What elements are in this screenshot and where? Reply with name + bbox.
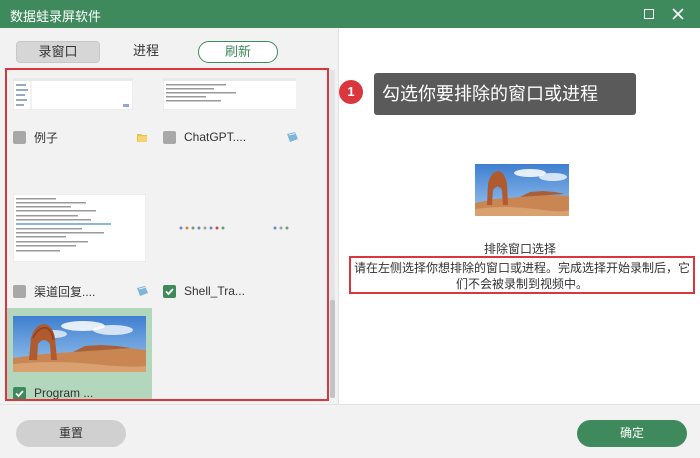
window-list-pane: 录窗口 进程 刷新 例子 ChatGPT.... 渠道回复.... Shell_… — [0, 28, 338, 404]
tab-record-window[interactable]: 录窗口 — [16, 41, 100, 63]
preview-description: 请在左侧选择你想排除的窗口或进程。完成选择开始录制后，它们不会被录制到视频中。 — [349, 256, 695, 294]
window-item-label: Program ... — [34, 386, 94, 400]
window-checkbox[interactable] — [13, 130, 26, 144]
window-item-label: ChatGPT.... — [184, 130, 247, 144]
maximize-button[interactable] — [639, 4, 659, 24]
window-item-chatgpt[interactable]: ChatGPT.... — [157, 70, 302, 190]
folder-icon — [135, 131, 149, 143]
tab-process[interactable]: 进程 — [118, 41, 174, 63]
confirm-button[interactable]: 确定 — [577, 420, 687, 447]
window-item-channel-reply[interactable]: 渠道回复.... — [7, 192, 152, 312]
scrollbar-thumb[interactable] — [330, 300, 335, 398]
notepad-icon — [285, 131, 299, 143]
window-item-program-manager[interactable]: Program ... — [7, 308, 152, 400]
footer-bar: 重置 确定 — [0, 404, 700, 458]
step-badge: 1 — [339, 80, 363, 104]
window-item-shell-tray[interactable]: Shell_Tra... — [157, 192, 302, 312]
window-item-label: 渠道回复.... — [34, 284, 96, 299]
window-item-label: Shell_Tra... — [184, 284, 245, 298]
preview-pane: 1 勾选你要排除的窗口或进程 排除窗口选择 请在左侧选择你想排除的窗口或进程。完… — [338, 28, 700, 404]
window-thumbnail — [163, 194, 296, 262]
title-bar: 数据蛙录屏软件 — [0, 0, 700, 28]
app-title: 数据蛙录屏软件 — [10, 9, 102, 24]
preview-title: 排除窗口选择 — [483, 242, 556, 256]
reset-button[interactable]: 重置 — [16, 420, 126, 447]
window-item-example[interactable]: 例子 — [7, 70, 152, 190]
window-checkbox-checked[interactable] — [13, 386, 26, 399]
maximize-icon — [644, 9, 654, 19]
checkmark-icon — [165, 287, 174, 295]
window-item-label: 例子 — [34, 130, 59, 145]
notepad-icon — [135, 285, 149, 297]
window-checkbox[interactable] — [13, 284, 26, 298]
window-thumbnail — [163, 78, 296, 110]
list-scrollbar[interactable] — [330, 70, 335, 398]
close-button[interactable] — [668, 4, 688, 24]
window-checkbox-checked[interactable] — [163, 284, 176, 298]
window-thumbnail — [13, 78, 146, 110]
window-list: 例子 ChatGPT.... 渠道回复.... Shell_Tra... Pro… — [5, 68, 329, 401]
preview-image — [475, 164, 569, 216]
window-thumbnail — [13, 194, 146, 262]
window-checkbox[interactable] — [163, 130, 176, 144]
window-thumbnail — [13, 316, 146, 372]
checkmark-icon — [15, 389, 24, 397]
refresh-button[interactable]: 刷新 — [198, 41, 278, 63]
close-icon — [672, 8, 684, 20]
tip-callout: 勾选你要排除的窗口或进程 — [374, 73, 636, 115]
